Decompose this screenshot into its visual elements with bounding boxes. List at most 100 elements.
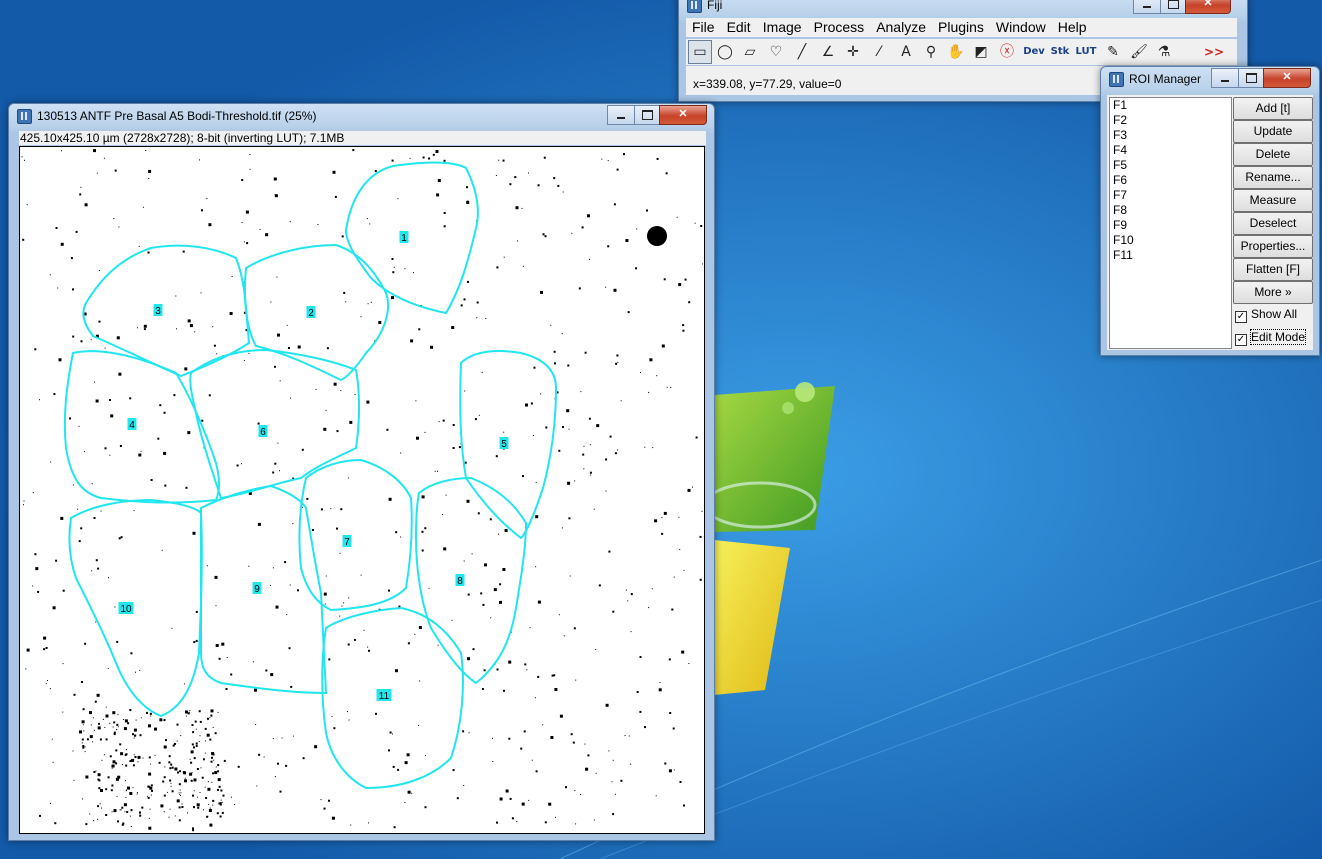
particle-speck <box>249 168 251 170</box>
particle-speck <box>189 710 191 711</box>
roi-list-item[interactable]: F6 <box>1110 173 1231 188</box>
angle-tool-icon[interactable]: ∠ <box>816 40 840 64</box>
delete-button[interactable]: Delete <box>1233 143 1313 166</box>
menu-process[interactable]: Process <box>808 18 871 37</box>
particle-speck <box>608 550 611 553</box>
roi-list-item[interactable]: F9 <box>1110 218 1231 233</box>
freehand-tool-icon[interactable]: ♡ <box>764 40 788 64</box>
menu-help[interactable]: Help <box>1052 18 1093 37</box>
menu-window[interactable]: Window <box>990 18 1052 37</box>
point-tool-icon[interactable]: ✛ <box>841 40 865 64</box>
roi-list-item[interactable]: F1 <box>1110 98 1231 113</box>
measure-button[interactable]: Measure <box>1233 189 1313 212</box>
edit-mode-checkbox[interactable]: ✓ Edit Mode <box>1235 329 1307 346</box>
flood-fill-tool-icon[interactable]: ⚗ <box>1152 40 1176 64</box>
oval-tool-icon[interactable]: ◯ <box>713 40 737 64</box>
menu-image[interactable]: Image <box>757 18 808 37</box>
thresholded-image[interactable]: 1 2 3 4 5 6 7 8 9 10 11 <box>21 148 703 832</box>
roi-list-item[interactable]: F2 <box>1110 113 1231 128</box>
color-picker-tool-icon[interactable]: ◩ <box>969 40 993 64</box>
particle-speck <box>428 157 431 160</box>
roi-list-item[interactable]: F3 <box>1110 128 1231 143</box>
particle-speck <box>129 815 131 817</box>
roi-label-10: 10 <box>118 602 134 615</box>
particle-speck <box>683 569 685 571</box>
particle-speck <box>109 454 111 456</box>
particle-speck <box>672 727 675 730</box>
particle-speck <box>537 184 540 187</box>
roi-list[interactable]: F1 F2 F3 F4 F5 F6 F7 F8 F9 F10 F11 <box>1109 97 1232 349</box>
text-tool-icon[interactable]: A <box>894 40 918 64</box>
roi-close-button[interactable]: ✕ <box>1263 68 1311 88</box>
roi-list-item[interactable]: F5 <box>1110 158 1231 173</box>
particle-speck <box>508 737 511 740</box>
roi-list-item[interactable]: F8 <box>1110 203 1231 218</box>
particle-speck <box>562 426 564 428</box>
rename-button[interactable]: Rename... <box>1233 166 1313 189</box>
particle-speck <box>290 397 292 399</box>
line-tool-icon[interactable]: ╱ <box>790 40 814 64</box>
wand-tool-icon[interactable]: ⁄ <box>867 40 891 64</box>
lut-menu-icon[interactable]: LUT <box>1074 40 1098 64</box>
roi-list-item[interactable]: F7 <box>1110 188 1231 203</box>
particle-speck <box>508 660 512 664</box>
pencil-tool-icon[interactable]: ✎ <box>1101 40 1125 64</box>
image-close-button[interactable]: ✕ <box>659 105 707 125</box>
particle-speck <box>111 811 113 813</box>
stack-menu-icon[interactable]: Stk <box>1048 40 1072 64</box>
brush-tool-icon[interactable]: 🖌 <box>1127 40 1151 64</box>
particle-speck <box>445 494 447 496</box>
magnifier-tool-icon[interactable]: ⚲ <box>919 40 943 64</box>
particle-speck <box>97 773 101 777</box>
rectangle-tool-icon[interactable]: ▭ <box>688 40 712 64</box>
add-t-button[interactable]: Add [t] <box>1233 97 1313 120</box>
image-canvas[interactable]: 1 2 3 4 5 6 7 8 9 10 11 <box>19 146 705 834</box>
roi-manager-titlebar[interactable]: ROI Manager ✕ <box>1101 67 1319 91</box>
image-maximize-button[interactable] <box>634 105 660 125</box>
deselect-button[interactable]: Deselect <box>1233 212 1313 235</box>
particle-speck <box>173 743 176 745</box>
particle-speck <box>202 758 205 761</box>
particle-speck <box>193 778 197 782</box>
particle-speck <box>176 723 179 726</box>
particle-speck <box>148 817 150 819</box>
menu-plugins[interactable]: Plugins <box>932 18 990 37</box>
minimize-icon <box>1143 6 1151 8</box>
particle-speck <box>137 755 141 759</box>
particle-speck <box>367 303 369 305</box>
particle-speck <box>354 394 356 395</box>
particle-speck <box>434 470 436 472</box>
particle-speck <box>391 159 394 162</box>
more-button[interactable]: More » <box>1233 281 1313 304</box>
particle-speck <box>117 775 121 779</box>
particle-speck <box>92 717 94 719</box>
roi-minimize-button[interactable] <box>1211 68 1239 88</box>
fiji-maximize-button[interactable] <box>1160 0 1186 14</box>
update-button[interactable]: Update <box>1233 120 1313 143</box>
fiji-close-button[interactable]: ✕ <box>1185 0 1231 14</box>
menu-edit[interactable]: Edit <box>721 18 757 37</box>
roi-list-item[interactable]: F4 <box>1110 143 1231 158</box>
image-minimize-button[interactable] <box>607 105 635 125</box>
more-tools-icon[interactable]: >> <box>1202 40 1226 64</box>
particle-speck <box>107 667 109 669</box>
roi-maximize-button[interactable] <box>1238 68 1264 88</box>
particle-speck <box>587 214 590 218</box>
polygon-tool-icon[interactable]: ▱ <box>738 40 762 64</box>
properties-button[interactable]: Properties... <box>1233 235 1313 258</box>
roi-list-item[interactable]: F11 <box>1110 248 1231 263</box>
menu-file[interactable]: File <box>686 18 721 37</box>
stop-icon[interactable]: ⓧ <box>995 40 1019 64</box>
fiji-minimize-button[interactable] <box>1133 0 1161 14</box>
flatten-f-button[interactable]: Flatten [F] <box>1233 258 1313 281</box>
image-window-titlebar[interactable]: 130513 ANTF Pre Basal A5 Bodi-Threshold.… <box>9 104 714 128</box>
particle-speck <box>121 764 123 766</box>
hand-tool-icon[interactable]: ✋ <box>944 40 968 64</box>
menu-analyze[interactable]: Analyze <box>870 18 932 37</box>
roi-list-item[interactable]: F10 <box>1110 233 1231 248</box>
show-all-checkbox[interactable]: ✓ Show All <box>1235 307 1297 323</box>
particle-speck <box>22 238 25 241</box>
dev-menu-icon[interactable]: Dev <box>1022 40 1046 64</box>
fiji-titlebar[interactable]: Fiji ✕ <box>679 0 1247 17</box>
particle-speck <box>50 461 52 463</box>
